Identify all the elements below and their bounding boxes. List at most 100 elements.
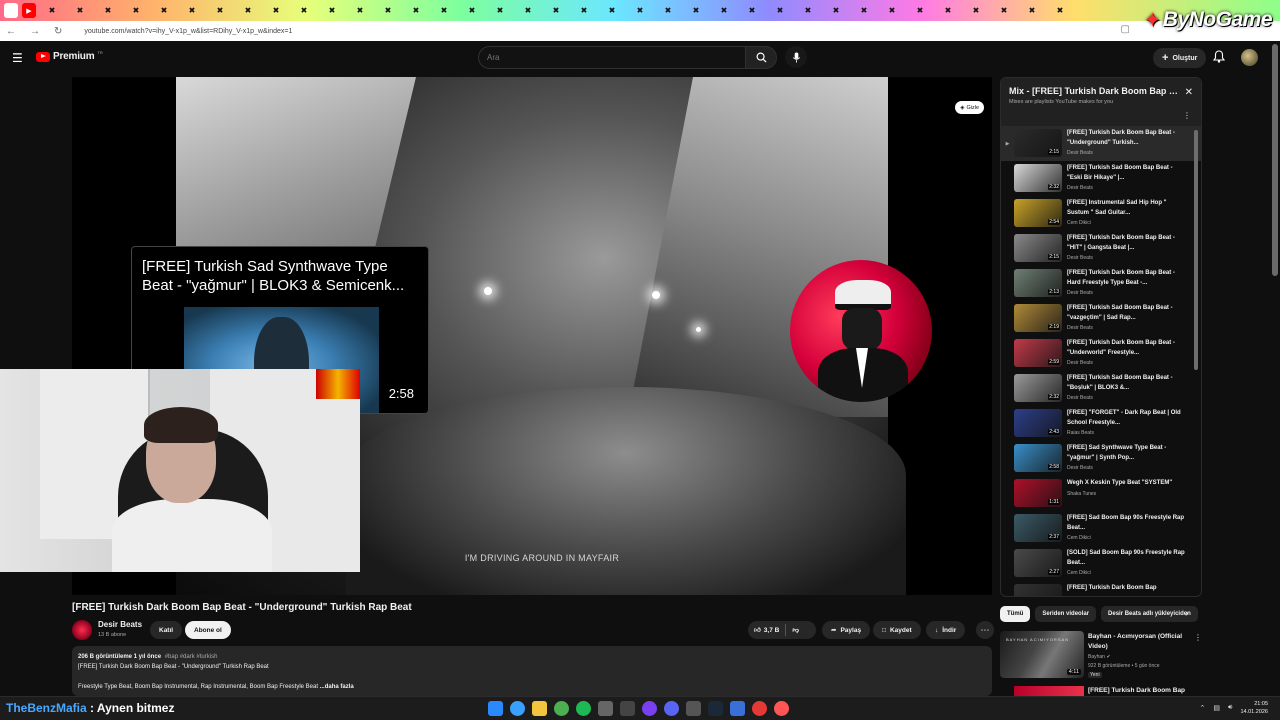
playlist-item[interactable]: 2:13 [FREE] Turkish Dark Boom Bap Beat - … [1001,266,1201,301]
x-tab[interactable] [656,3,680,18]
x-tab[interactable] [236,3,260,18]
x-tab[interactable] [460,3,484,18]
x-tab[interactable] [264,3,288,18]
playlist-item[interactable]: 1:31 Wegh X Keskin Type Beat "SYSTEM" Shak… [1001,476,1201,511]
recommended-video[interactable]: BAYHAN ACIMIYORSAN 4:11 Bayhan - Acımıyo… [1000,631,1202,681]
chevron-right-icon[interactable]: › [1185,608,1188,619]
x-tab[interactable] [180,3,204,18]
chrome-icon[interactable] [554,701,569,716]
discord-icon[interactable] [664,701,679,716]
url-field[interactable]: youtube.com/watch?v=ihy_V-x1p_w&list=RDi… [84,28,292,35]
chevron-up-icon[interactable]: ⌃ [1200,704,1206,712]
voice-search-button[interactable] [785,46,807,68]
playlist-item[interactable]: 2:19 [FREE] Turkish Sad Boom Bap Beat - "… [1001,301,1201,336]
search-input[interactable] [487,53,745,62]
windows-start-icon[interactable] [488,701,503,716]
playlist-item[interactable]: 2:59 [FREE] Turkish Dark Boom Bap Beat - … [1001,336,1201,371]
playlist-item[interactable]: 2:54 [FREE] Instrumental Sad Hip Hop " Su… [1001,196,1201,231]
forward-arrow-icon[interactable]: → [30,26,40,37]
playlist-item[interactable]: [FREE] Turkish Dark Boom Bap [1001,581,1201,596]
reload-icon[interactable]: ↻ [54,26,62,37]
x-tab[interactable] [432,3,456,18]
x-tab[interactable] [964,3,988,18]
channel-avatar[interactable] [72,620,92,640]
network-icon[interactable]: ▤ [1213,704,1220,712]
playlist-item[interactable]: 2:32 [FREE] Turkish Sad Boom Bap Beat - "… [1001,161,1201,196]
more-actions-button[interactable]: ⋯ [976,621,994,639]
hide-button[interactable]: ◈ Gizle [955,101,984,114]
more-vertical-icon[interactable]: ⋮ [1183,111,1191,120]
playlist-item[interactable]: 2:32 [FREE] Turkish Sad Boom Bap Beat - "… [1001,371,1201,406]
app-icon[interactable] [620,701,635,716]
x-tab[interactable] [320,3,344,18]
chip-all[interactable]: Tümü [1000,606,1031,622]
download-button[interactable]: ↓ İndir [926,621,966,639]
x-tab[interactable] [684,3,708,18]
show-more-link[interactable]: ...daha fazla [320,684,354,690]
x-tab[interactable] [1048,3,1072,18]
playlist-item[interactable]: 2:27 [SOLD] Sad Boom Bap 90s Freestyle Ra… [1001,546,1201,581]
x-tab[interactable] [40,3,64,18]
extension-icon[interactable]: ▢ [1121,24,1130,35]
more-vertical-icon[interactable]: ⋮ [1194,633,1202,642]
join-button[interactable]: Katıl [150,621,183,639]
video-description[interactable]: 206 B görüntüleme 1 yıl önce #bap #dark … [72,646,992,696]
channel-name[interactable]: Desir Beats [98,620,142,629]
x-tab[interactable] [880,3,904,18]
x-tab[interactable] [152,3,176,18]
x-tab[interactable] [404,3,428,18]
profile-tab-icon[interactable] [4,3,18,18]
app-icon[interactable] [686,701,701,716]
x-tab[interactable] [740,3,764,18]
dislike-button[interactable]: 👎︎ [786,626,799,634]
x-tab[interactable] [208,3,232,18]
chip-uploader[interactable]: Desir Beats adlı yükleyiciden [1101,606,1198,622]
search-button[interactable] [745,46,777,69]
x-tab[interactable] [1020,3,1044,18]
x-tab[interactable] [124,3,148,18]
x-tab[interactable] [376,3,400,18]
x-tab[interactable] [796,3,820,18]
x-tab[interactable] [68,3,92,18]
settings-app-icon[interactable] [598,701,613,716]
like-button[interactable]: 👍︎ 3,7 B [748,624,787,636]
playlist-item[interactable]: ▶ 2:15 [FREE] Turkish Dark Boom Bap Beat -… [1001,126,1201,161]
playlist-item[interactable]: 2:37 [FREE] Sad Boom Bap 90s Freestyle Ra… [1001,511,1201,546]
account-avatar[interactable] [1241,49,1258,66]
playlist-item[interactable]: 2:58 [FREE] Sad Synthwave Type Beat - "ya… [1001,441,1201,476]
chip-series[interactable]: Seriden videolar [1035,606,1097,622]
x-tab[interactable] [516,3,540,18]
x-tab[interactable] [992,3,1016,18]
spotify-icon[interactable] [576,701,591,716]
x-tab[interactable] [852,3,876,18]
x-tab[interactable] [712,3,736,18]
playlist-title[interactable]: Mix - [FREE] Turkish Dark Boom Bap Beat … [1009,86,1179,96]
x-tab[interactable] [488,3,512,18]
x-tab[interactable] [96,3,120,18]
channel-endscreen-avatar[interactable] [790,260,932,402]
share-button[interactable]: ➦ Paylaş [822,621,871,639]
x-tab[interactable] [768,3,792,18]
save-button[interactable]: □ Kaydet [873,621,921,639]
create-button[interactable]: + Oluştur [1153,48,1207,68]
file-explorer-icon[interactable] [532,701,547,716]
close-icon[interactable]: ✕ [1185,87,1193,98]
back-arrow-icon[interactable]: ← [6,26,16,37]
volume-icon[interactable]: 🔊︎ [1228,704,1232,712]
x-tab[interactable] [936,3,960,18]
youtube-app-icon[interactable] [752,701,767,716]
x-tab[interactable] [600,3,624,18]
app-icon[interactable] [730,701,745,716]
obs-icon[interactable] [774,701,789,716]
hashtags[interactable]: #bap #dark #turkish [165,654,218,660]
x-tab[interactable] [572,3,596,18]
youtube-tab-icon[interactable]: ▶ [22,3,36,18]
notifications-button[interactable] [1212,50,1226,68]
twitch-icon[interactable] [642,701,657,716]
x-tab[interactable] [348,3,372,18]
playlist-scrollbar[interactable] [1194,130,1198,370]
steam-icon[interactable] [708,701,723,716]
x-tab[interactable] [908,3,932,18]
menu-icon[interactable]: ☰ [12,51,23,65]
search-app-icon[interactable] [510,701,525,716]
